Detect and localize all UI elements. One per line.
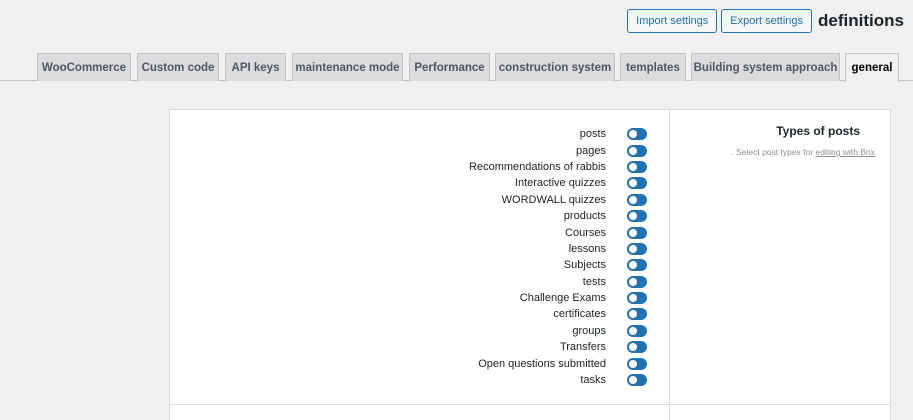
post-type-toggle[interactable] [627,308,647,321]
toggle-label: Recommendations of rabbis [469,160,606,173]
post-type-toggle[interactable] [627,357,647,370]
toggle-knob [629,244,637,253]
tab-performance[interactable]: Performance [409,53,490,81]
post-type-toggle[interactable] [627,193,647,206]
tab-custom-code[interactable]: Custom code [137,53,219,81]
toggle-row: Challenge Exams [469,290,647,306]
toggle-label: Challenge Exams [519,292,606,305]
toggle-row: groups [469,323,647,339]
toggle-row: lessons [469,241,647,257]
post-type-toggle[interactable] [627,259,647,272]
toggle-row: Courses [469,224,647,240]
toggle-knob [629,212,637,221]
tab-construction-system[interactable]: construction system [495,53,615,81]
toggle-knob [629,277,637,286]
tab-maintenance-mode[interactable]: maintenance mode [292,53,403,81]
toggle-row: Interactive quizzes [469,175,647,191]
post-type-toggle[interactable] [627,177,647,190]
toggle-label: WORDWALL quizzes [501,193,606,206]
toggle-row: Recommendations of rabbis [469,159,647,175]
section-title: Types of posts [776,124,860,138]
toggle-knob [629,376,637,385]
header-actions: Import settings Export settings definiti… [627,9,904,33]
toggle-row: WORDWALL quizzes [469,192,647,208]
tab-general[interactable]: general [845,53,899,82]
toggle-row: products [469,208,647,224]
tab-building-system-approach[interactable]: Building system approach [691,53,840,81]
settings-tabs: WooCommerce Custom code API keys mainten… [0,53,913,82]
toggle-knob [629,326,637,335]
toggle-label: certificates [553,308,606,321]
toggle-row: Transfers [469,339,647,355]
toggle-label: groups [572,324,606,337]
page-title: definitions [818,11,904,30]
post-type-toggle[interactable] [627,226,647,239]
row-divider [170,404,890,405]
toggle-row: pages [469,142,647,158]
toggle-row: certificates [469,306,647,322]
post-types-toggle-list: posts pages Recommendations of rabbis Inter… [469,126,647,388]
toggle-label: Open questions submitted [478,357,606,370]
toggle-knob [629,310,637,319]
toggle-label: lessons [568,242,606,255]
toggle-knob [629,261,637,270]
tab-templates[interactable]: templates [620,53,686,81]
toggle-label: Transfers [559,341,606,354]
post-type-toggle[interactable] [627,324,647,337]
toggle-label: Courses [565,226,606,239]
post-type-toggle[interactable] [627,275,647,288]
post-type-toggle[interactable] [627,292,647,305]
toggle-knob [629,343,637,352]
post-type-toggle[interactable] [627,144,647,157]
section-description-text: . Select post types for [731,147,816,157]
toggle-label: tests [582,275,606,288]
section-description: . Select post types for editing with Bri… [731,147,875,157]
toggle-knob [629,294,637,303]
toggle-knob [629,179,637,188]
editing-with-brix-link[interactable]: editing with Brix [815,147,875,157]
toggle-label: products [563,210,606,223]
post-type-toggle[interactable] [627,128,647,141]
toggle-label: Interactive quizzes [514,177,606,190]
import-settings-button[interactable]: Import settings [627,9,718,33]
post-type-toggle[interactable] [627,341,647,354]
post-type-toggle[interactable] [627,210,647,223]
toggle-row: Subjects [469,257,647,273]
toggle-label: Subjects [563,259,606,272]
toggle-row: tasks [469,372,647,388]
toggle-knob [629,162,637,171]
toggle-knob [629,130,637,139]
toggle-knob [629,228,637,237]
toggle-label: posts [579,128,606,141]
toggle-knob [629,359,637,368]
toggle-label: tasks [580,374,606,387]
tab-api-keys[interactable]: API keys [225,53,286,81]
toggle-label: pages [576,144,606,157]
column-divider [669,110,670,420]
toggle-knob [629,195,637,204]
toggle-row: tests [469,274,647,290]
export-settings-button[interactable]: Export settings [721,9,813,33]
toggle-row: posts [469,126,647,142]
post-type-toggle[interactable] [627,242,647,255]
tab-woocommerce[interactable]: WooCommerce [37,53,131,81]
post-type-toggle[interactable] [627,160,647,173]
settings-panel: posts pages Recommendations of rabbis Inter… [169,109,891,420]
post-type-toggle[interactable] [627,374,647,387]
toggle-knob [629,146,637,155]
toggle-row: Open questions submitted [469,355,647,371]
